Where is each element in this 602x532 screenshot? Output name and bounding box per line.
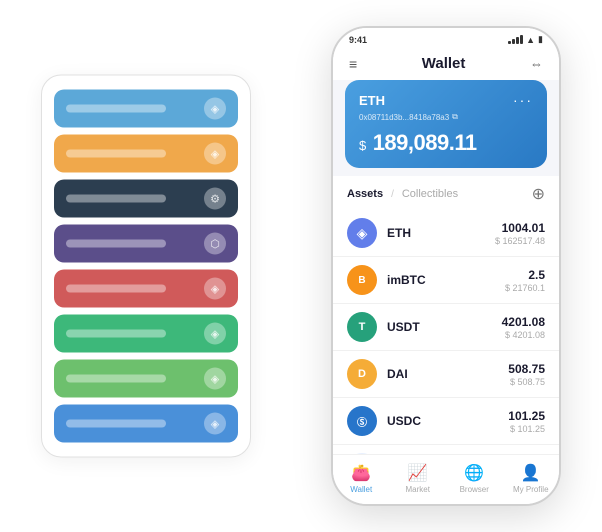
card-icon: ⬡	[204, 233, 226, 255]
table-row[interactable]: D DAI 508.75 $ 508.75	[333, 351, 559, 398]
add-asset-button[interactable]: ⊕	[532, 184, 545, 204]
asset-usd: $ 4201.08	[502, 330, 545, 340]
eth-wallet-card[interactable]: ETH ··· 0x08711d3b...8418a78a3 ⧉ $ 189,0…	[345, 80, 547, 168]
asset-amount: 4201.08	[502, 315, 545, 329]
table-row[interactable]: T USDT 4201.08 $ 4201.08	[333, 304, 559, 351]
profile-nav-icon: 👤	[521, 463, 541, 483]
asset-name: USDT	[387, 320, 492, 334]
table-row[interactable]: 🦋 TFT 13 0	[333, 445, 559, 454]
list-item[interactable]: ⚙	[54, 180, 238, 218]
list-item[interactable]: ◈	[54, 135, 238, 173]
signal-bars-icon	[508, 35, 523, 44]
list-item[interactable]: ◈	[54, 360, 238, 398]
list-item[interactable]: ◈	[54, 315, 238, 353]
asset-usd: $ 162517.48	[495, 236, 545, 246]
nav-item-wallet[interactable]: 👛 Wallet	[333, 463, 390, 494]
eth-icon: ◈	[347, 218, 377, 248]
eth-card-label: ETH	[359, 93, 385, 108]
profile-nav-label: My Profile	[513, 485, 549, 494]
status-icons: ▲ ▮	[508, 34, 543, 45]
eth-card-menu-icon[interactable]: ···	[513, 92, 533, 108]
eth-balance: $ 189,089.11	[359, 130, 533, 156]
browser-nav-icon: 🌐	[464, 463, 484, 483]
asset-amount: 508.75	[508, 362, 545, 376]
asset-amount: 101.25	[508, 409, 545, 423]
table-row[interactable]: B imBTC 2.5 $ 21760.1	[333, 257, 559, 304]
assets-header: Assets / Collectibles ⊕	[333, 176, 559, 210]
table-row[interactable]: Ⓢ USDC 101.25 $ 101.25	[333, 398, 559, 445]
phone-mockup: 9:41 ▲ ▮ ≡ Wallet ⇔	[331, 26, 561, 506]
bottom-nav: 👛 Wallet 📈 Market 🌐 Browser 👤 My Profile	[333, 454, 559, 504]
tab-assets[interactable]: Assets	[347, 188, 383, 200]
market-nav-label: Market	[406, 485, 430, 494]
scan-icon[interactable]: ⇔	[530, 56, 543, 71]
card-icon: ◈	[204, 143, 226, 165]
scene: ◈ ◈ ⚙ ⬡ ◈ ◈ ◈ ◈	[11, 11, 591, 521]
card-icon: ◈	[204, 413, 226, 435]
list-item[interactable]: ◈	[54, 90, 238, 128]
asset-list: ◈ ETH 1004.01 $ 162517.48 B imBTC 2.5 $ …	[333, 210, 559, 454]
nav-item-browser[interactable]: 🌐 Browser	[446, 463, 503, 494]
status-time: 9:41	[349, 35, 367, 45]
list-item[interactable]: ◈	[54, 405, 238, 443]
asset-usd: $ 21760.1	[505, 283, 545, 293]
asset-amount: 2.5	[505, 268, 545, 282]
asset-amount: 1004.01	[495, 221, 545, 235]
asset-usd: $ 101.25	[508, 424, 545, 434]
nav-item-market[interactable]: 📈 Market	[390, 463, 447, 494]
card-icon: ◈	[204, 368, 226, 390]
eth-address: 0x08711d3b...8418a78a3 ⧉	[359, 112, 533, 122]
table-row[interactable]: ◈ ETH 1004.01 $ 162517.48	[333, 210, 559, 257]
page-title: Wallet	[422, 55, 466, 72]
status-bar: 9:41 ▲ ▮	[333, 28, 559, 49]
asset-name: imBTC	[387, 273, 495, 287]
wallet-nav-icon: 👛	[351, 463, 371, 483]
card-icon: ◈	[204, 323, 226, 345]
market-nav-icon: 📈	[408, 463, 428, 483]
tab-collectibles[interactable]: Collectibles	[402, 188, 458, 200]
tab-slash: /	[391, 189, 394, 200]
menu-icon[interactable]: ≡	[349, 56, 357, 72]
list-item[interactable]: ⬡	[54, 225, 238, 263]
asset-name: USDC	[387, 414, 498, 428]
card-stack: ◈ ◈ ⚙ ⬡ ◈ ◈ ◈ ◈	[41, 75, 251, 458]
card-icon: ◈	[204, 278, 226, 300]
usdt-icon: T	[347, 312, 377, 342]
battery-icon: ▮	[538, 34, 543, 45]
list-item[interactable]: ◈	[54, 270, 238, 308]
wallet-nav-label: Wallet	[350, 485, 372, 494]
asset-usd: $ 508.75	[508, 377, 545, 387]
nav-item-profile[interactable]: 👤 My Profile	[503, 463, 560, 494]
dai-icon: D	[347, 359, 377, 389]
copy-icon[interactable]: ⧉	[452, 112, 458, 122]
wifi-icon: ▲	[526, 35, 535, 45]
card-icon: ⚙	[204, 188, 226, 210]
asset-name: ETH	[387, 226, 485, 240]
card-icon: ◈	[204, 98, 226, 120]
asset-name: DAI	[387, 367, 498, 381]
phone-header: ≡ Wallet ⇔	[333, 49, 559, 80]
imbtc-icon: B	[347, 265, 377, 295]
usdc-icon: Ⓢ	[347, 406, 377, 436]
browser-nav-label: Browser	[460, 485, 489, 494]
